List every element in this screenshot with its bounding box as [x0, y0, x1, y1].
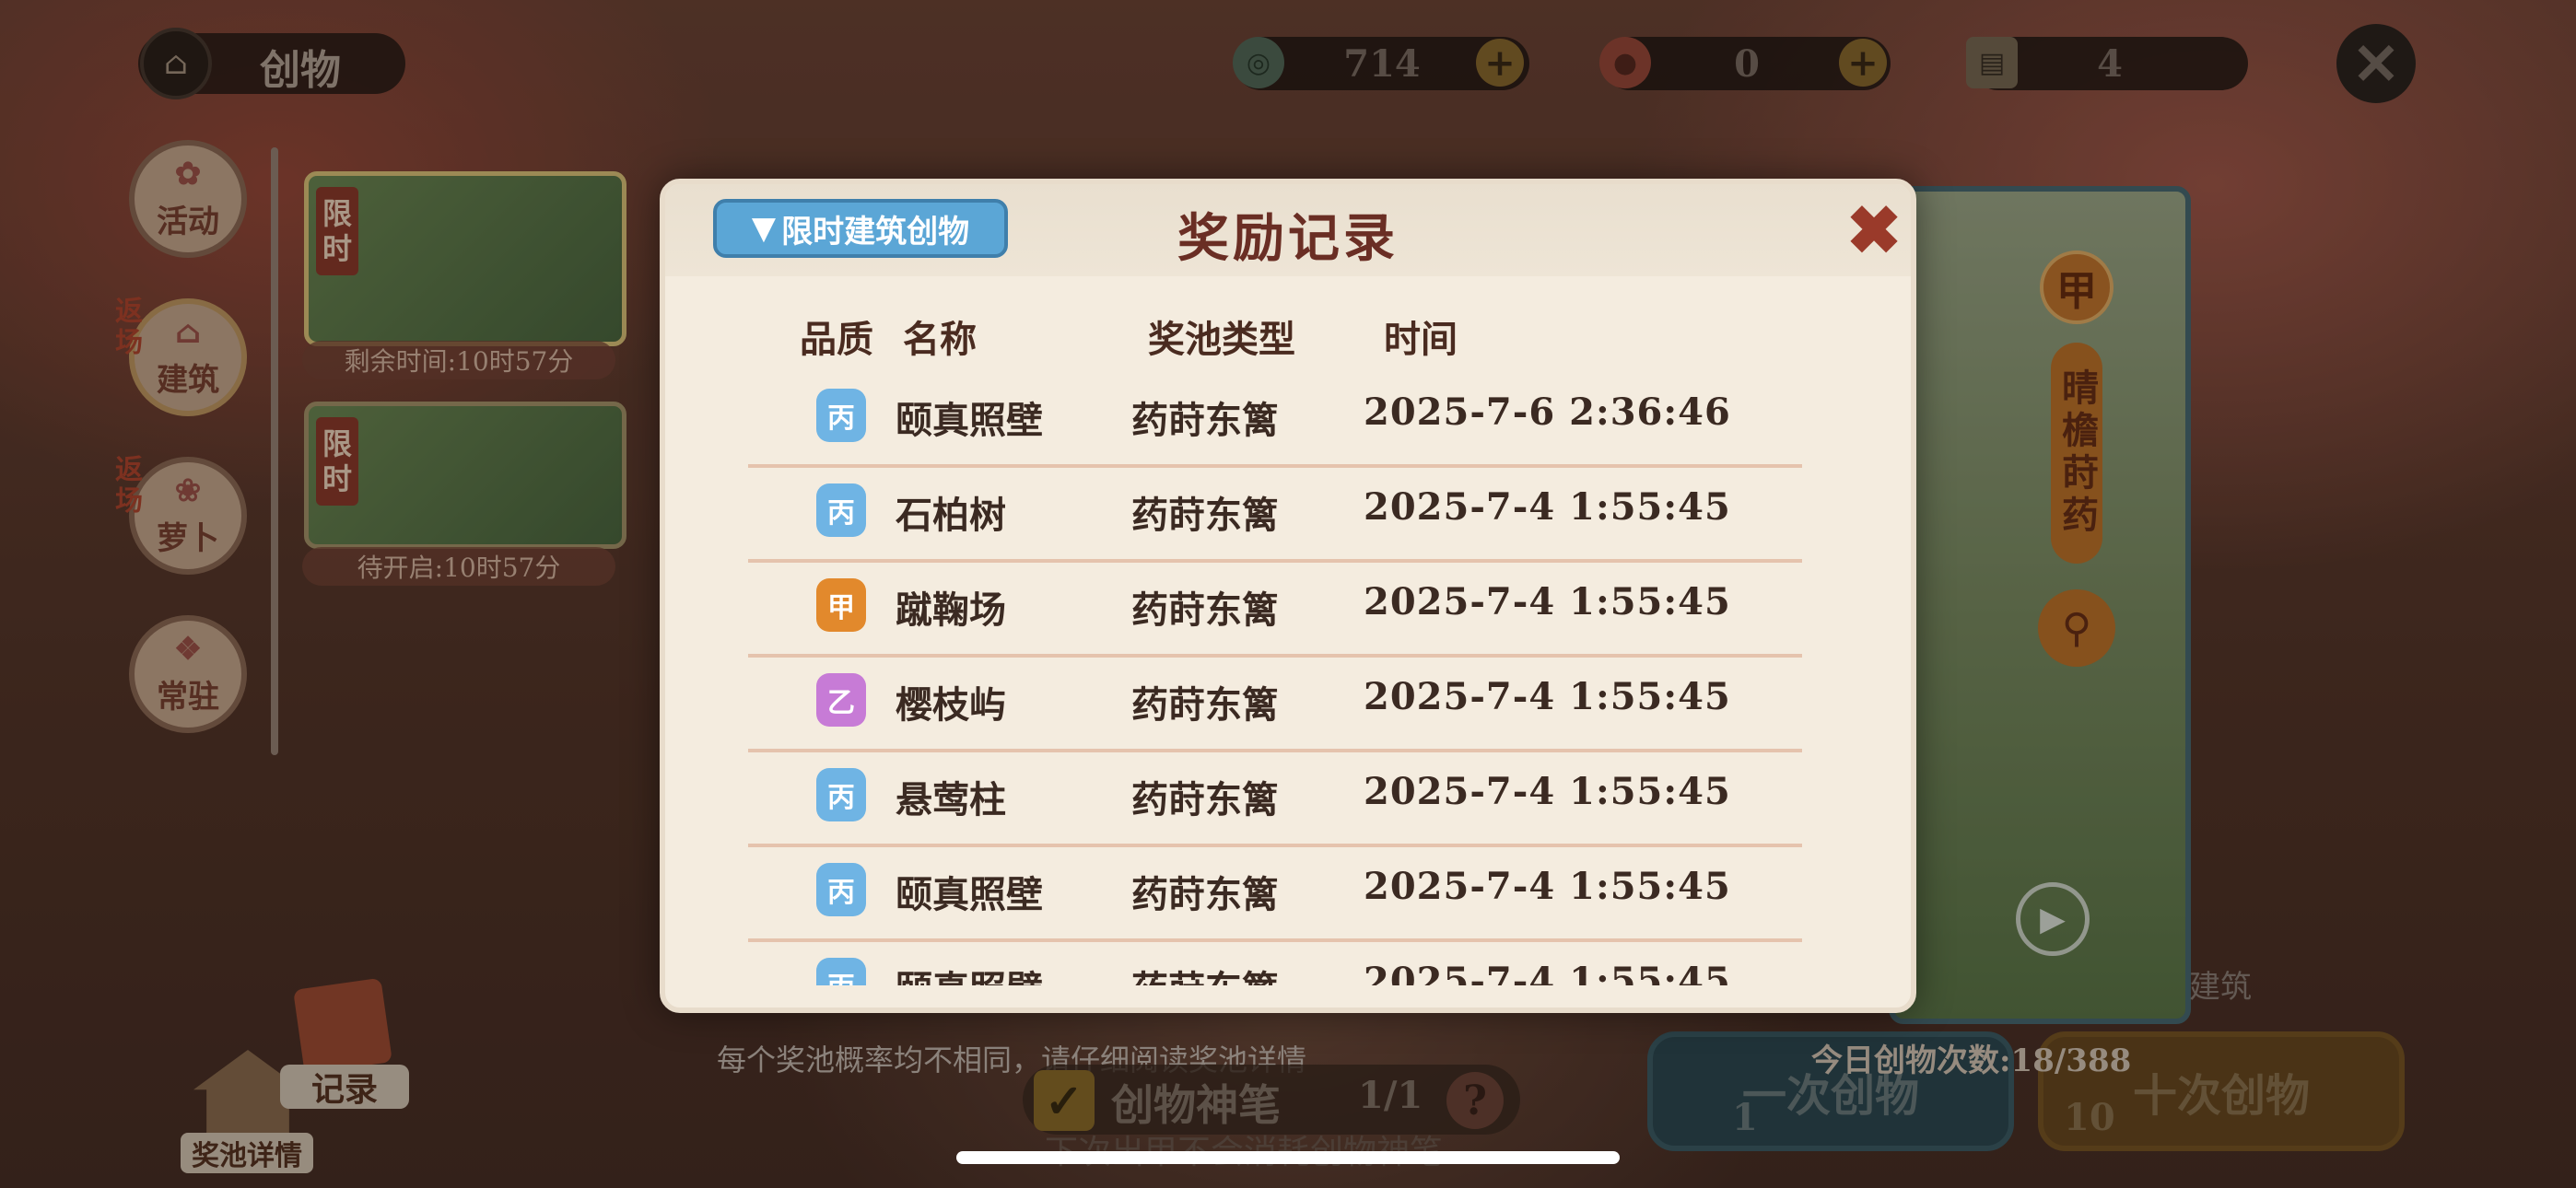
- record-time: 2025-7-4 1:55:45: [1364, 675, 1731, 718]
- record-row: 丙 颐真照壁 药莳东篱 2025-7-4 1:55:45: [748, 939, 1802, 985]
- record-list[interactable]: 丙 颐真照壁 药莳东篱 2025-7-6 2:36:46 丙 石柏树 药莳东篱 …: [665, 370, 1911, 985]
- pool-type: 药莳东篱: [1131, 960, 1279, 985]
- close-icon[interactable]: ✖: [1844, 197, 1903, 263]
- item-name: 石柏树: [896, 494, 1006, 537]
- pool-type: 药莳东篱: [1131, 494, 1279, 537]
- pool-type: 药莳东篱: [1131, 399, 1279, 442]
- grade-badge: 丙: [816, 863, 866, 916]
- record-time: 2025-7-4 1:55:45: [1364, 865, 1731, 908]
- record-row: 丙 颐真照壁 药莳东篱 2025-7-6 2:36:46: [748, 370, 1802, 468]
- grade-badge: 甲: [816, 578, 866, 632]
- item-name: 蹴鞠场: [896, 588, 1006, 632]
- grade-badge: 乙: [816, 673, 866, 727]
- column-time: 时间: [1384, 318, 1458, 361]
- grade-badge: 丙: [816, 483, 866, 537]
- item-name: 樱枝屿: [896, 683, 1006, 727]
- column-pool-type: 奖池类型: [1148, 318, 1295, 361]
- record-time: 2025-7-6 2:36:46: [1364, 390, 1731, 434]
- record-row: 丙 石柏树 药莳东篱 2025-7-4 1:55:45: [748, 465, 1802, 563]
- home-indicator[interactable]: [956, 1151, 1620, 1164]
- record-row: 丙 颐真照壁 药莳东篱 2025-7-4 1:55:45: [748, 844, 1802, 942]
- record-time: 2025-7-4 1:55:45: [1364, 485, 1731, 529]
- item-name: 颐真照壁: [896, 960, 1043, 985]
- pool-type: 药莳东篱: [1131, 588, 1279, 632]
- record-time: 2025-7-4 1:55:45: [1364, 960, 1731, 985]
- item-name: 颐真照壁: [896, 399, 1043, 442]
- modal-title: 奖励记录: [1177, 208, 1399, 269]
- record-row: 丙 悬莺柱 药莳东篱 2025-7-4 1:55:45: [748, 750, 1802, 847]
- item-name: 颐真照壁: [896, 873, 1043, 916]
- record-time: 2025-7-4 1:55:45: [1364, 580, 1731, 623]
- record-row: 甲 蹴鞠场 药莳东篱 2025-7-4 1:55:45: [748, 560, 1802, 658]
- pool-type: 药莳东篱: [1131, 683, 1279, 727]
- column-name: 名称: [903, 318, 977, 361]
- grade-badge: 丙: [816, 389, 866, 442]
- pool-type: 药莳东篱: [1131, 873, 1279, 916]
- record-row: 乙 樱枝屿 药莳东篱 2025-7-4 1:55:45: [748, 655, 1802, 752]
- reward-record-modal: ▼ 限时建筑创物 奖励记录 ✖ 品质 名称 奖池类型 时间 丙 颐真照壁 药莳东…: [660, 179, 1916, 1013]
- pool-type: 药莳东篱: [1131, 778, 1279, 821]
- item-name: 悬莺柱: [896, 778, 1006, 821]
- grade-badge: 丙: [816, 768, 866, 821]
- column-quality: 品质: [800, 318, 873, 361]
- record-time: 2025-7-4 1:55:45: [1364, 770, 1731, 813]
- grade-badge: 丙: [816, 958, 866, 985]
